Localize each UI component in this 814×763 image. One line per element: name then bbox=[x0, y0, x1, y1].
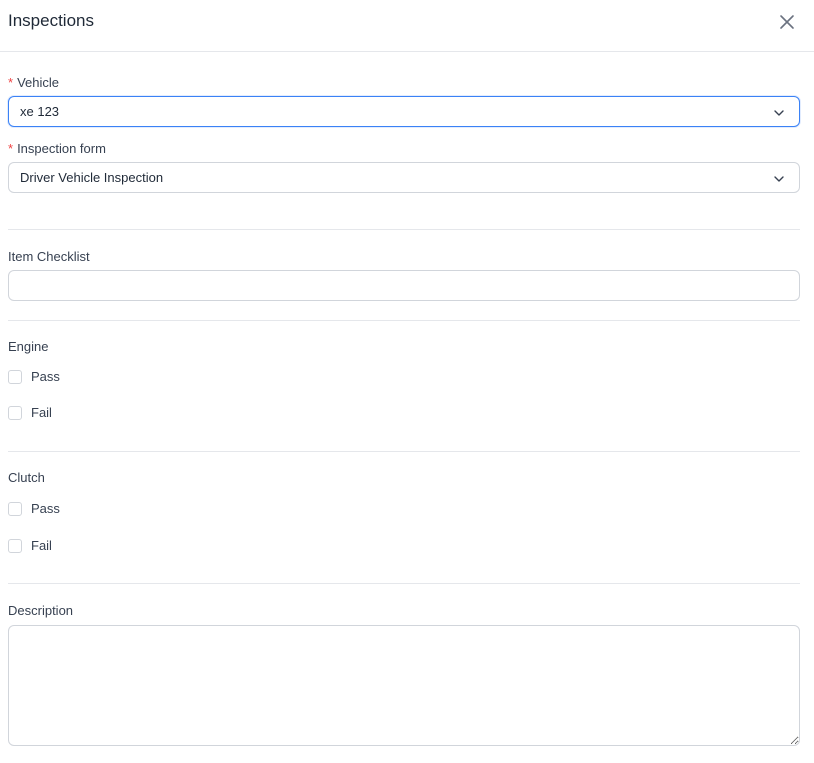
chevron-down-icon bbox=[774, 110, 784, 116]
inspection-form-label-text: Inspection form bbox=[17, 141, 106, 156]
close-icon bbox=[780, 15, 794, 29]
inspection-form-select[interactable]: Driver Vehicle Inspection bbox=[8, 162, 800, 193]
clutch-pass-checkbox[interactable] bbox=[8, 502, 22, 516]
inspection-form-label: * Inspection form bbox=[8, 141, 106, 156]
engine-fail-label: Fail bbox=[31, 405, 52, 420]
inspection-form-select-value: Driver Vehicle Inspection bbox=[20, 170, 164, 185]
divider bbox=[8, 229, 800, 230]
vehicle-label: * Vehicle bbox=[8, 75, 59, 90]
item-checklist-input[interactable] bbox=[8, 270, 800, 301]
engine-label: Engine bbox=[8, 339, 49, 354]
divider bbox=[8, 451, 800, 452]
chevron-down-icon bbox=[774, 176, 784, 182]
engine-pass-checkbox[interactable] bbox=[8, 370, 22, 384]
engine-fail-checkbox[interactable] bbox=[8, 406, 22, 420]
engine-pass-label: Pass bbox=[31, 369, 60, 384]
vehicle-select-value: xe 123 bbox=[20, 104, 60, 119]
vehicle-select[interactable]: xe 123 bbox=[8, 96, 800, 127]
dialog-title: Inspections bbox=[8, 11, 94, 30]
required-mark: * bbox=[8, 141, 14, 156]
required-mark: * bbox=[8, 75, 14, 90]
dialog-header: Inspections bbox=[0, 0, 814, 52]
divider bbox=[8, 320, 800, 321]
item-checklist-label: Item Checklist bbox=[8, 249, 90, 264]
divider bbox=[8, 583, 800, 584]
description-label: Description bbox=[8, 603, 74, 618]
vehicle-label-text: Vehicle bbox=[17, 75, 59, 90]
clutch-pass-label: Pass bbox=[31, 501, 60, 516]
close-button[interactable] bbox=[777, 12, 797, 32]
clutch-label: Clutch bbox=[8, 470, 45, 485]
clutch-fail-checkbox[interactable] bbox=[8, 539, 22, 553]
clutch-fail-label: Fail bbox=[31, 538, 52, 553]
description-textarea[interactable] bbox=[8, 625, 800, 746]
